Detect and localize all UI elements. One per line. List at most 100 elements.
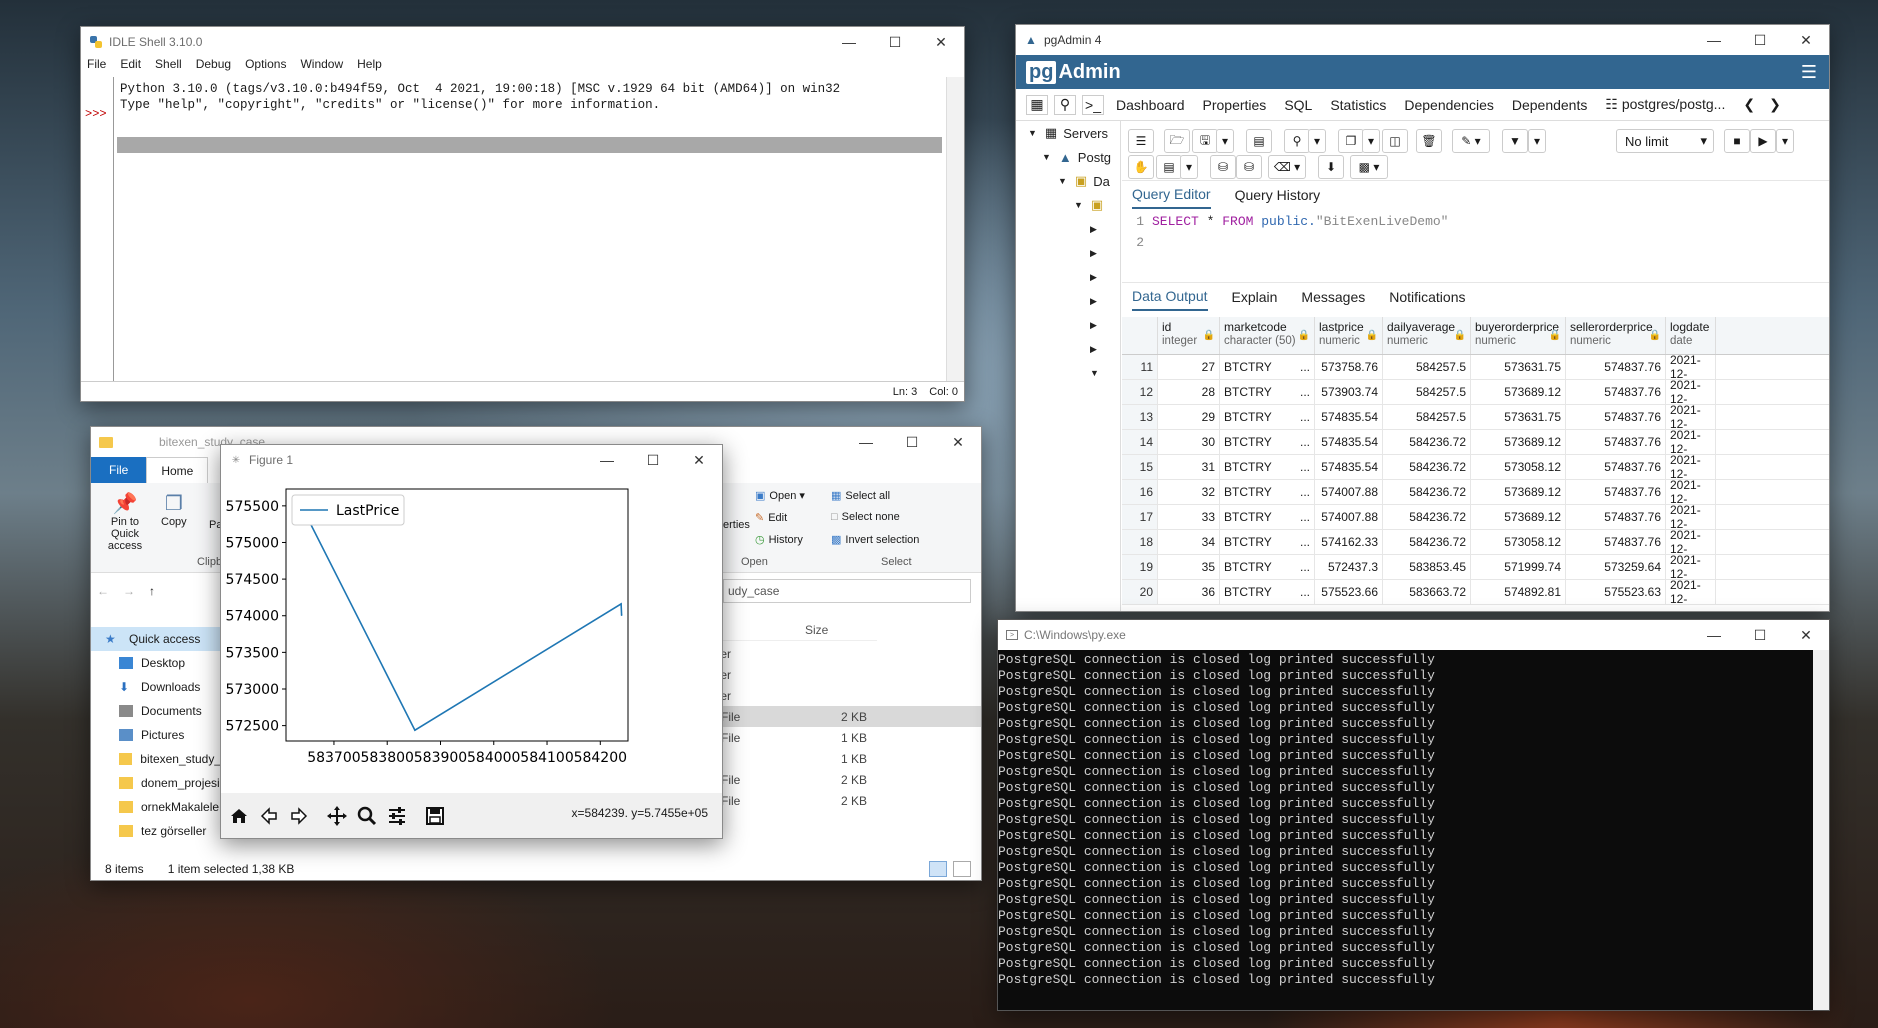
table-row[interactable]: 15 31 BTCTRY... 574835.54 584236.72 573058.12…: [1122, 453, 1829, 481]
table-cell[interactable]: 584257.5: [1383, 405, 1471, 429]
file-row[interactable]: lder: [711, 664, 981, 685]
edit-button[interactable]: ✎ Edit: [755, 511, 787, 525]
table-cell[interactable]: 573631.75: [1471, 355, 1566, 379]
column-header-marketcode[interactable]: marketcode character (50) 🔒: [1220, 317, 1315, 354]
table-cell[interactable]: 573689.12: [1471, 480, 1566, 504]
maximize-icon[interactable]: ☐: [1737, 620, 1783, 650]
table-cell[interactable]: 2021-12-: [1666, 403, 1716, 431]
invert-selection-button[interactable]: ▩ Invert selection: [831, 533, 919, 547]
table-row[interactable]: 16 32 BTCTRY... 574007.88 584236.72 573689.12…: [1122, 478, 1829, 506]
table-cell[interactable]: 573903.74: [1315, 380, 1383, 404]
nav-item[interactable]: Pictures: [91, 723, 221, 747]
table-cell[interactable]: 584236.72: [1383, 455, 1471, 479]
table-cell[interactable]: 574837.76: [1566, 405, 1666, 429]
table-cell[interactable]: 2021-12-: [1666, 453, 1716, 481]
tab-scroll-right-icon[interactable]: ❯: [1769, 96, 1781, 113]
forward-arrow-icon[interactable]: →: [123, 584, 135, 598]
close-icon[interactable]: ✕: [676, 445, 722, 475]
save-icon[interactable]: [421, 802, 449, 830]
explain-icon[interactable]: ✋: [1128, 155, 1154, 179]
rollback-icon[interactable]: ⛁: [1236, 155, 1262, 179]
pin-quick-access-button[interactable]: 📌 Pin to Quick access: [97, 491, 153, 552]
table-cell[interactable]: 571999.74: [1471, 555, 1566, 579]
nav-item[interactable]: tez görseller: [91, 819, 221, 843]
table-row[interactable]: 12 28 BTCTRY... 573903.74 584257.5 573689.12 5…: [1122, 378, 1829, 406]
back-arrow-icon[interactable]: ←: [97, 584, 109, 598]
open-button[interactable]: ▣ Open ▾: [755, 489, 805, 503]
tree-node[interactable]: ▶: [1016, 289, 1120, 313]
minimize-icon[interactable]: —: [1691, 25, 1737, 55]
table-cell[interactable]: BTCTRY...: [1220, 480, 1315, 504]
table-row[interactable]: 20 36 BTCTRY... 575523.66 583663.72 574892.81…: [1122, 578, 1829, 606]
grid-corner[interactable]: [1122, 317, 1158, 354]
tree-database[interactable]: ▼ ▣: [1016, 193, 1120, 217]
tab-home[interactable]: Home: [146, 457, 209, 483]
console-output[interactable]: PostgreSQL connection is closed log prin…: [998, 650, 1813, 1010]
maximize-icon[interactable]: ☐: [1737, 25, 1783, 55]
back-icon[interactable]: [255, 802, 283, 830]
file-row[interactable]: n File 1 KB: [711, 727, 981, 748]
plot-canvas[interactable]: 572500 573000 573500 574000 574500 575000 5755…: [221, 475, 722, 793]
tab-dependents[interactable]: Dependents: [1512, 97, 1588, 113]
table-cell[interactable]: BTCTRY...: [1220, 355, 1315, 379]
table-cell[interactable]: 574007.88: [1315, 505, 1383, 529]
tab-file[interactable]: File: [91, 457, 147, 483]
tree-node[interactable]: ▶: [1016, 337, 1120, 361]
table-cell[interactable]: 35: [1158, 555, 1220, 579]
table-cell[interactable]: 11: [1122, 355, 1158, 379]
table-cell[interactable]: 29: [1158, 405, 1220, 429]
menu-debug[interactable]: Debug: [196, 57, 231, 77]
table-cell[interactable]: 2021-12-: [1666, 503, 1716, 531]
file-row[interactable]: le 1 KB: [711, 748, 981, 769]
menu-options[interactable]: Options: [245, 57, 286, 77]
table-cell[interactable]: 574007.88: [1315, 480, 1383, 504]
menu-file[interactable]: File: [87, 57, 106, 77]
column-header-dailyaverage[interactable]: dailyaverage numeric 🔒: [1383, 317, 1471, 354]
tab-query-editor[interactable]: Query Editor: [1132, 181, 1211, 209]
maximize-icon[interactable]: ☐: [889, 427, 935, 457]
chevron-down-icon[interactable]: ▾: [1362, 129, 1380, 153]
table-cell[interactable]: 2021-12-: [1666, 478, 1716, 506]
table-cell[interactable]: BTCTRY...: [1220, 455, 1315, 479]
maximize-icon[interactable]: ☐: [872, 27, 918, 57]
table-cell[interactable]: 573758.76: [1315, 355, 1383, 379]
table-cell[interactable]: 584236.72: [1383, 530, 1471, 554]
table-cell[interactable]: BTCTRY...: [1220, 530, 1315, 554]
table-cell[interactable]: 573259.64: [1566, 555, 1666, 579]
table-cell[interactable]: 574162.33: [1315, 530, 1383, 554]
menu-window[interactable]: Window: [300, 57, 343, 77]
data-output-grid[interactable]: id integer 🔒 marketcode character (50) 🔒 lastp…: [1122, 317, 1829, 611]
paste-icon[interactable]: ◫: [1382, 129, 1408, 153]
select-none-button[interactable]: □ Select none: [831, 511, 900, 523]
table-row[interactable]: 17 33 BTCTRY... 574007.88 584236.72 573689.12…: [1122, 503, 1829, 531]
save-file-icon[interactable]: 🖫: [1192, 129, 1218, 153]
table-cell[interactable]: 572437.3: [1315, 555, 1383, 579]
table-cell[interactable]: 575523.63: [1566, 580, 1666, 604]
nav-item[interactable]: ornekMakalele: [91, 795, 221, 819]
table-cell[interactable]: 574837.76: [1566, 455, 1666, 479]
tab-sql[interactable]: SQL: [1284, 97, 1312, 113]
table-cell[interactable]: 573689.12: [1471, 505, 1566, 529]
pan-icon[interactable]: [323, 802, 351, 830]
chevron-down-icon[interactable]: ▾: [1180, 155, 1198, 179]
large-icons-view-icon[interactable]: [953, 861, 971, 877]
table-cell[interactable]: 20: [1122, 580, 1158, 604]
table-cell[interactable]: 2021-12-: [1666, 528, 1716, 556]
table-cell[interactable]: 2021-12-: [1666, 578, 1716, 606]
console-window[interactable]: > C:\Windows\py.exe — ☐ ✕ PostgreSQL con…: [997, 619, 1830, 1011]
close-icon[interactable]: ✕: [935, 427, 981, 457]
tab-dashboard[interactable]: Dashboard: [1116, 97, 1185, 113]
chevron-down-icon[interactable]: ▾: [1216, 129, 1234, 153]
minimize-icon[interactable]: —: [584, 445, 630, 475]
edit-icon[interactable]: ✎ ▾: [1452, 129, 1490, 153]
configure-subplots-icon[interactable]: [383, 802, 411, 830]
table-cell[interactable]: 574837.76: [1566, 480, 1666, 504]
tab-query-history[interactable]: Query History: [1235, 181, 1321, 209]
figure-window[interactable]: ✳ Figure 1 — ☐ ✕ 572500 573000 573500 57400…: [220, 444, 723, 839]
tree-server[interactable]: ▼ ▲ Postg: [1016, 145, 1120, 169]
nav-item[interactable]: donem_projesi: [91, 771, 221, 795]
tab-notifications[interactable]: Notifications: [1389, 283, 1465, 311]
tab-properties[interactable]: Properties: [1203, 97, 1267, 113]
shell-text-area[interactable]: Python 3.10.0 (tags/v3.10.0:b494f59, Oct…: [113, 77, 946, 381]
terminal-icon[interactable]: >_: [1082, 94, 1104, 115]
